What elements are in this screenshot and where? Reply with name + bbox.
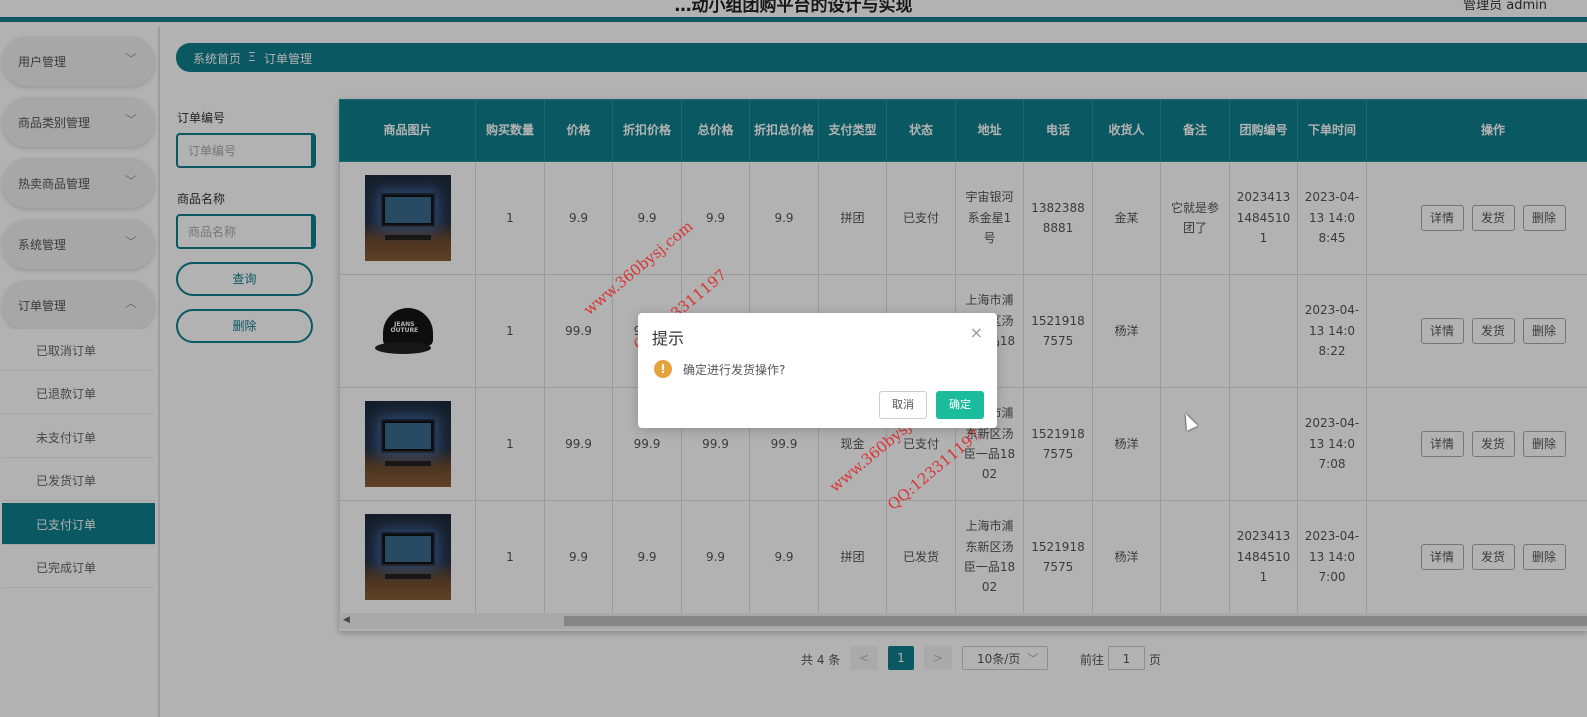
dialog-message: 确定进行发货操作? — [683, 363, 786, 377]
warning-icon: ! — [654, 360, 672, 378]
cancel-button[interactable]: 取消 — [879, 391, 927, 419]
dialog-title: 提示 — [652, 329, 685, 348]
close-icon[interactable]: × — [970, 323, 983, 342]
confirm-dialog: 提示 × ! 确定进行发货操作? 取消 确定 — [638, 313, 997, 428]
confirm-button[interactable]: 确定 — [936, 391, 984, 419]
